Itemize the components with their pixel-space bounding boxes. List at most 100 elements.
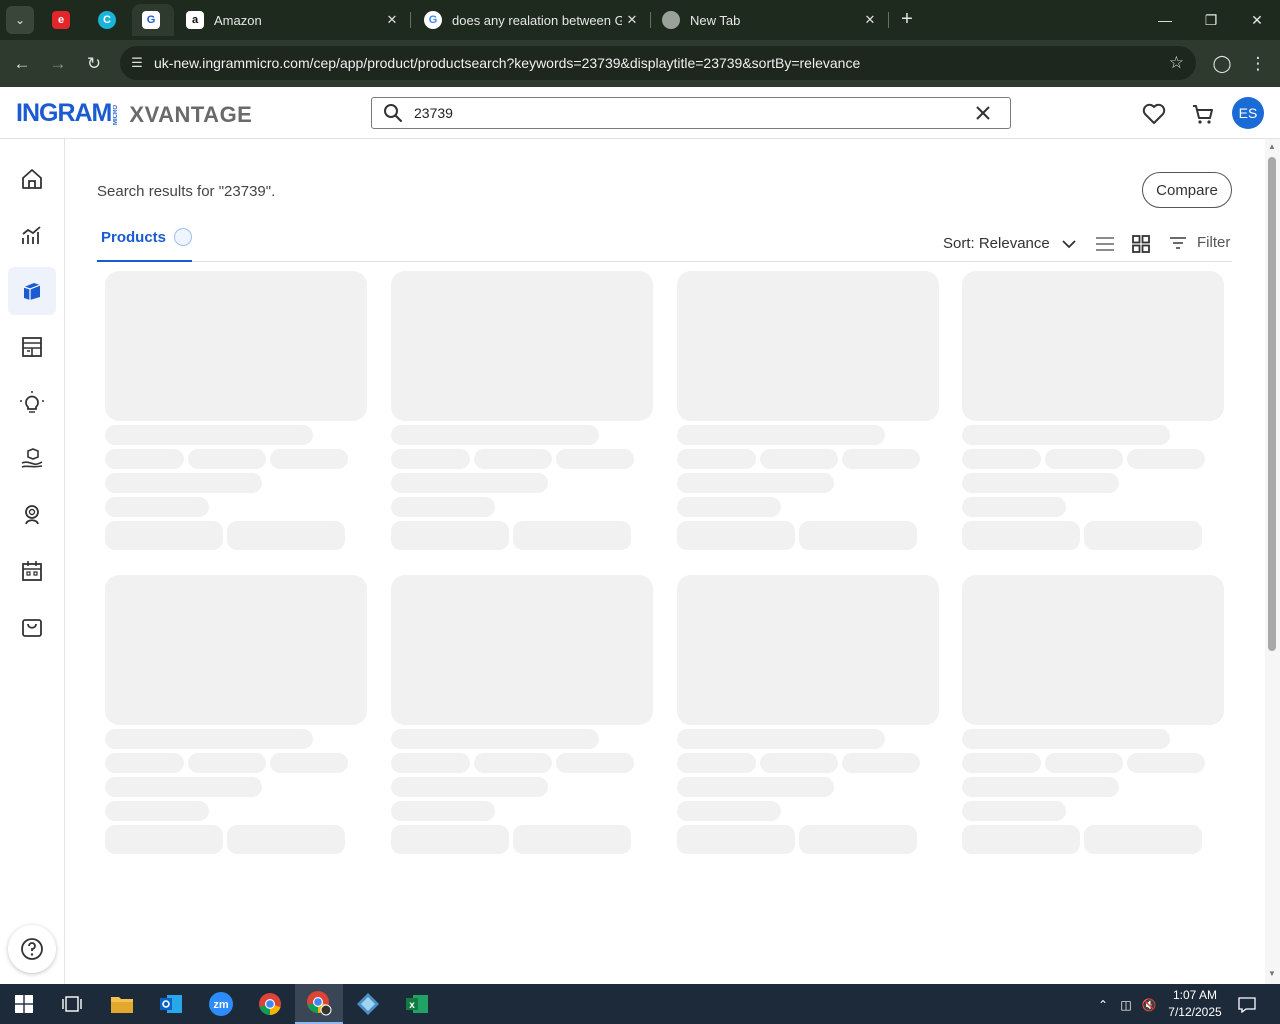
svg-text:x: x — [409, 1000, 415, 1011]
sidebar-item-marketplace[interactable] — [8, 323, 56, 371]
close-icon[interactable]: ✕ — [382, 12, 402, 28]
sidebar-item-analytics[interactable] — [8, 211, 56, 259]
product-search-box[interactable] — [371, 97, 1011, 129]
task-view-button[interactable] — [48, 984, 96, 1024]
logo-xvantage-text: XVANTAGE — [129, 102, 253, 127]
sidebar-item-orders[interactable] — [8, 603, 56, 651]
sidebar-item-services[interactable] — [8, 435, 56, 483]
skeleton-button — [962, 521, 1080, 550]
outlook-icon — [160, 995, 182, 1013]
skeleton-line — [962, 729, 1170, 749]
skeleton-line — [105, 473, 262, 493]
skeleton-line — [677, 777, 834, 797]
sidebar-item-home[interactable] — [8, 155, 56, 203]
url-text: uk-new.ingrammicro.com/cep/app/product/p… — [154, 55, 861, 71]
list-view-icon — [1096, 237, 1114, 251]
storefront-icon — [22, 337, 42, 357]
profile-icon[interactable]: ◯ — [1210, 52, 1234, 76]
skeleton-line — [105, 729, 313, 749]
tray-chevron-up-icon[interactable]: ⌃ — [1094, 996, 1112, 1014]
taskbar-excel[interactable]: x — [393, 984, 441, 1024]
help-icon — [21, 938, 43, 960]
tab-products[interactable]: Products — [97, 227, 192, 262]
browser-tab-google[interactable]: G does any realation between Gr ✕ — [414, 4, 648, 36]
browser-tab-ingram[interactable]: G — [132, 4, 174, 36]
back-button[interactable]: ← — [8, 50, 36, 78]
new-tab-button[interactable]: + — [896, 8, 918, 30]
browser-tab-amazon[interactable]: a Amazon ✕ — [176, 4, 408, 36]
taskbar-chrome-profile[interactable] — [295, 984, 343, 1024]
taskbar-zoom[interactable]: zm — [197, 984, 245, 1024]
window-close-button[interactable]: ✕ — [1234, 0, 1280, 40]
reload-button[interactable]: ↻ — [80, 50, 108, 78]
skeleton-line — [391, 801, 495, 821]
skeleton-line — [962, 801, 1066, 821]
browser-tab-c[interactable]: C — [88, 4, 128, 36]
compare-button[interactable]: Compare — [1142, 172, 1232, 208]
address-bar[interactable]: ☰ uk-new.ingrammicro.com/cep/app/product… — [120, 46, 1196, 80]
wishlist-heart-icon[interactable] — [1141, 101, 1167, 127]
sort-dropdown[interactable]: Sort: Relevance — [943, 235, 1076, 252]
taskbar-app-diamond[interactable] — [344, 984, 392, 1024]
skeleton-line — [677, 753, 756, 773]
minimize-button[interactable]: — — [1142, 0, 1188, 40]
filter-button[interactable]: Filter — [1169, 234, 1230, 251]
skeleton-button — [105, 521, 223, 550]
skeleton-line — [105, 497, 209, 517]
skeleton-line — [391, 497, 495, 517]
taskbar-file-explorer[interactable] — [98, 984, 146, 1024]
skeleton-line — [1045, 753, 1123, 773]
scrollbar-thumb[interactable] — [1268, 157, 1276, 651]
notifications-icon[interactable] — [1238, 996, 1256, 1014]
search-input[interactable] — [414, 105, 956, 121]
skeleton-button — [391, 521, 509, 550]
search-results-main: Search results for "23739". Compare Prod… — [65, 139, 1265, 984]
bookmark-star-icon[interactable]: ☆ — [1169, 53, 1184, 73]
grid-view-button[interactable] — [1130, 233, 1152, 255]
skeleton-line — [962, 497, 1066, 517]
browser-tab-new-tab[interactable]: New Tab ✕ — [652, 4, 886, 36]
close-icon[interactable]: ✕ — [860, 12, 880, 28]
forward-button[interactable]: → — [44, 50, 72, 78]
skeleton-line — [760, 753, 838, 773]
skeleton-line — [962, 473, 1119, 493]
user-avatar[interactable]: ES — [1232, 97, 1264, 129]
filter-icon — [1170, 236, 1186, 249]
google-icon: G — [424, 11, 442, 29]
scroll-up-arrow-icon[interactable]: ▲ — [1267, 142, 1277, 152]
arrow-right-icon: → — [49, 54, 67, 73]
skeleton-line — [391, 753, 470, 773]
sidebar-item-insights[interactable] — [8, 379, 56, 427]
restore-button[interactable]: ❐ — [1188, 0, 1234, 40]
start-button[interactable] — [0, 984, 48, 1024]
skeleton-button — [105, 825, 223, 854]
network-icon[interactable]: ◫ — [1117, 996, 1135, 1014]
c-icon: C — [98, 11, 116, 29]
sidebar-item-calendar[interactable] — [8, 547, 56, 595]
chevron-down-icon — [1062, 239, 1076, 248]
close-icon[interactable]: ✕ — [622, 12, 642, 28]
browser-tab-e[interactable]: e — [42, 4, 82, 36]
taskbar-clock[interactable]: 1:07 AM 7/12/2025 — [1162, 987, 1228, 1021]
page-scrollbar[interactable]: ▲ ▼ — [1265, 139, 1280, 984]
clear-search-icon[interactable] — [956, 105, 1010, 121]
sidebar-item-support[interactable] — [8, 491, 56, 539]
more-menu-icon[interactable]: ⋮ — [1246, 52, 1270, 76]
folder-icon — [111, 997, 133, 1013]
grid-view-icon — [1132, 235, 1150, 253]
taskbar-chrome[interactable] — [246, 984, 294, 1024]
sidebar-item-products[interactable] — [8, 267, 56, 315]
skeleton-line — [677, 425, 885, 445]
svg-text:zm: zm — [213, 999, 229, 1011]
scroll-down-arrow-icon[interactable]: ▼ — [1267, 969, 1277, 979]
ingram-xvantage-logo[interactable]: INGRAM MICRO XVANTAGE — [16, 99, 252, 128]
site-settings-icon[interactable]: ☰ — [120, 55, 154, 71]
help-button[interactable] — [8, 925, 56, 973]
tab-search-button[interactable]: ⌄ — [6, 6, 34, 34]
search-icon[interactable] — [372, 103, 414, 123]
taskbar-outlook[interactable] — [147, 984, 195, 1024]
cart-icon[interactable] — [1190, 101, 1216, 127]
list-view-button[interactable] — [1094, 233, 1116, 255]
skeleton-line — [842, 753, 920, 773]
speaker-muted-icon[interactable]: 🔇 — [1140, 996, 1158, 1014]
